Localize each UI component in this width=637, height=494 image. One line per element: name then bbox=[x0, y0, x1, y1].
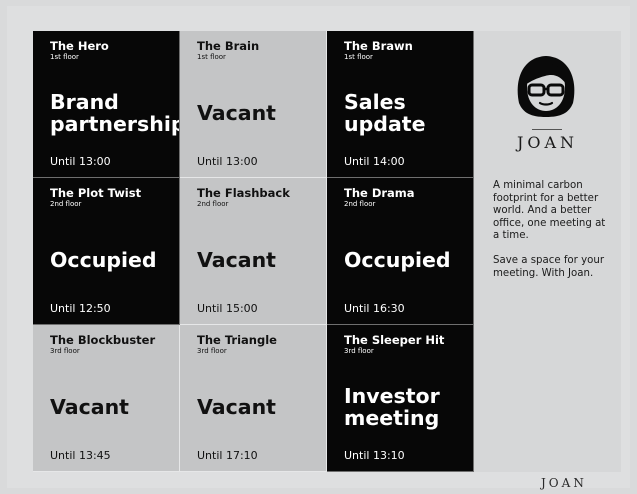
room-tile[interactable]: The Sleeper Hit 3rd floor Investor meeti… bbox=[327, 325, 474, 472]
room-floor: 1st floor bbox=[344, 53, 373, 61]
room-name: The Triangle bbox=[197, 333, 277, 347]
room-floor: 3rd floor bbox=[344, 347, 374, 355]
room-status: Sales update bbox=[344, 90, 426, 136]
room-status: Occupied bbox=[344, 248, 451, 272]
room-until: Until 13:10 bbox=[344, 449, 405, 462]
room-tile[interactable]: The Plot Twist 2nd floor Occupied Until … bbox=[33, 178, 180, 325]
room-status: Brand partnership bbox=[50, 90, 180, 136]
room-until: Until 17:10 bbox=[197, 449, 258, 462]
joan-avatar-icon bbox=[511, 51, 581, 121]
room-tile[interactable]: The Brawn 1st floor Sales update Until 1… bbox=[327, 31, 474, 178]
room-name: The Hero bbox=[50, 39, 109, 53]
room-name: The Blockbuster bbox=[50, 333, 156, 347]
room-name: The Sleeper Hit bbox=[344, 333, 445, 347]
room-tile[interactable]: The Flashback 2nd floor Vacant Until 15:… bbox=[180, 178, 327, 325]
room-tile[interactable]: The Drama 2nd floor Occupied Until 16:30 bbox=[327, 178, 474, 325]
room-name: The Brain bbox=[197, 39, 260, 53]
blurb-paragraph: Save a space for your meeting. With Joan… bbox=[493, 254, 605, 279]
room-grid: The Hero 1st floor Brand partnership Unt… bbox=[33, 31, 474, 472]
room-status: Vacant bbox=[197, 101, 276, 125]
room-tile[interactable]: The Triangle 3rd floor Vacant Until 17:1… bbox=[180, 325, 327, 472]
room-until: Until 13:45 bbox=[50, 449, 111, 462]
room-status: Vacant bbox=[50, 395, 129, 419]
room-until: Until 13:00 bbox=[197, 155, 258, 168]
brand-panel: JOAN A minimal carbon footprint for a be… bbox=[474, 31, 621, 472]
room-floor: 2nd floor bbox=[197, 200, 229, 208]
blurb-paragraph: A minimal carbon footprint for a better … bbox=[493, 180, 606, 242]
room-until: Until 16:30 bbox=[344, 302, 405, 315]
room-until: Until 14:00 bbox=[344, 155, 405, 168]
room-status: Occupied bbox=[50, 248, 157, 272]
room-until: Until 13:00 bbox=[50, 155, 111, 168]
room-floor: 2nd floor bbox=[50, 200, 82, 208]
room-name: The Plot Twist bbox=[50, 186, 142, 200]
room-tile[interactable]: The Hero 1st floor Brand partnership Unt… bbox=[33, 31, 180, 178]
room-tile[interactable]: The Brain 1st floor Vacant Until 13:00 bbox=[180, 31, 327, 178]
room-status: Vacant bbox=[197, 248, 276, 272]
room-name: The Brawn bbox=[344, 39, 413, 53]
eink-screen: The Hero 1st floor Brand partnership Unt… bbox=[33, 31, 621, 472]
room-status: Investor meeting bbox=[344, 384, 440, 430]
device-brand-label: JOAN bbox=[541, 476, 587, 490]
room-tile[interactable]: The Blockbuster 3rd floor Vacant Until 1… bbox=[33, 325, 180, 472]
room-name: The Drama bbox=[344, 186, 415, 200]
room-until: Until 15:00 bbox=[197, 302, 258, 315]
room-name: The Flashback bbox=[197, 186, 290, 200]
brand-blurb: A minimal carbon footprint for a better … bbox=[493, 180, 613, 292]
room-floor: 3rd floor bbox=[197, 347, 227, 355]
room-floor: 1st floor bbox=[50, 53, 79, 61]
brand-logo-text: JOAN bbox=[516, 133, 579, 152]
room-floor: 3rd floor bbox=[50, 347, 80, 355]
room-status: Vacant bbox=[197, 395, 276, 419]
room-floor: 1st floor bbox=[197, 53, 226, 61]
room-until: Until 12:50 bbox=[50, 302, 111, 315]
logo-divider bbox=[532, 129, 562, 130]
room-floor: 2nd floor bbox=[344, 200, 376, 208]
